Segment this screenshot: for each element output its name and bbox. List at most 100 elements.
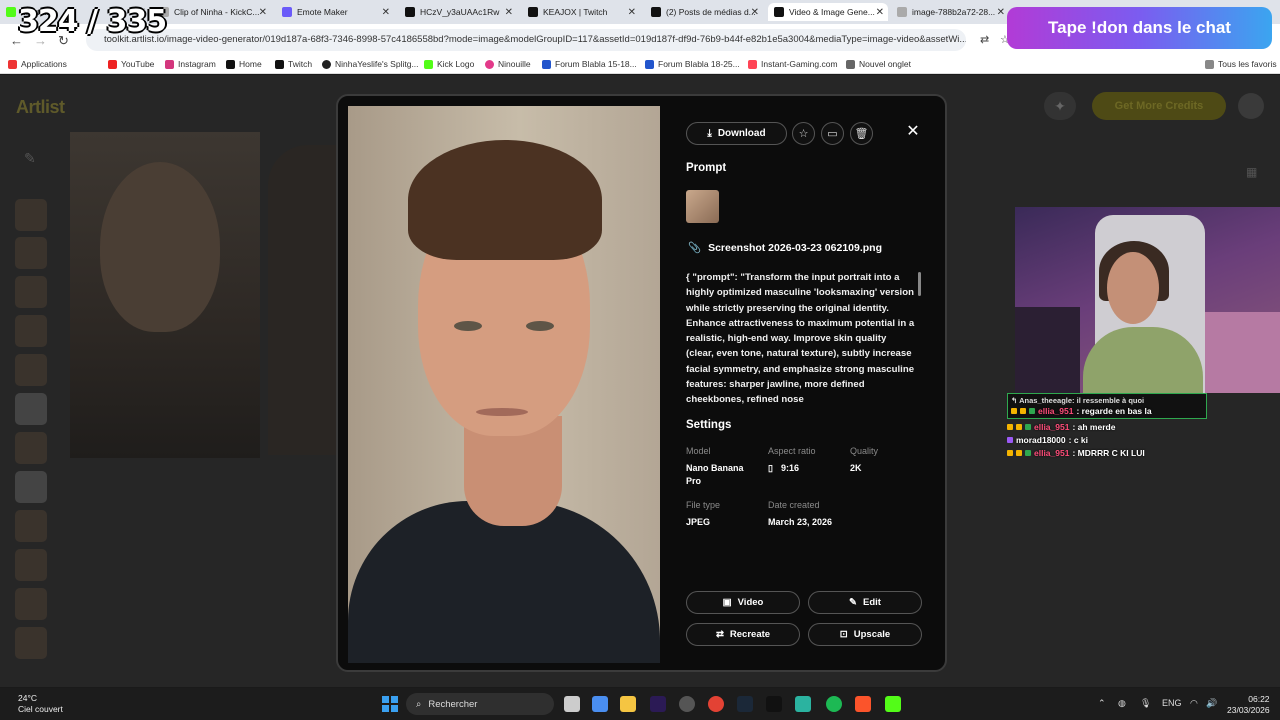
folder-icon: ▭: [827, 128, 838, 140]
tab-clip[interactable]: Clip of Ninha - KickC... ✕: [153, 3, 271, 21]
edit-button[interactable]: ✎ Edit: [808, 591, 922, 614]
clock[interactable]: 06:22 23/03/2026: [1227, 694, 1270, 716]
new-tab-icon: [846, 59, 855, 69]
bookmark-item[interactable]: NinhaYeslife's Splitg...: [322, 59, 419, 69]
download-button[interactable]: ⤓ Download: [686, 122, 787, 145]
kick-icon: [424, 59, 433, 69]
task-view-icon[interactable]: [564, 696, 580, 712]
image-detail-modal: ⤓ Download ☆ ▭ 🗑 ✕ Prompt 📎 Screenshot 202…: [336, 94, 947, 672]
badge-icon: [1025, 424, 1031, 430]
bookmark-item[interactable]: Instant-Gaming.com: [748, 59, 838, 69]
sparkle-icon[interactable]: ✦: [1044, 92, 1076, 120]
close-tab-icon[interactable]: ✕: [876, 7, 884, 18]
close-tab-icon[interactable]: ✕: [505, 7, 513, 18]
copilot-icon[interactable]: [592, 696, 608, 712]
bookmark-item[interactable]: Home: [226, 59, 262, 69]
favorite-button[interactable]: ☆: [792, 122, 815, 145]
pencil-icon: ✎: [849, 597, 857, 608]
history-thumbnail[interactable]: [15, 315, 47, 347]
app-icon[interactable]: [679, 696, 695, 712]
history-thumbnail[interactable]: [15, 199, 47, 231]
kick-icon[interactable]: [885, 696, 901, 712]
tab-emote-maker[interactable]: Emote Maker ✕: [276, 3, 394, 21]
url-field[interactable]: toolkit.artlist.io/image-video-generator…: [86, 29, 966, 51]
trash-icon: 🗑: [854, 128, 869, 140]
taskbar-search[interactable]: ⌕ Rechercher: [406, 693, 554, 715]
app-icon[interactable]: [795, 696, 811, 712]
start-menu-icon[interactable]: [382, 696, 398, 712]
chat-reply-message: ↰ Anas_theeagle: il ressemble à quoi ell…: [1007, 393, 1207, 419]
grid-view-icon[interactable]: ▦: [1246, 165, 1257, 179]
brave-icon[interactable]: [855, 696, 871, 712]
history-thumbnail[interactable]: [15, 588, 47, 620]
history-thumbnail[interactable]: [15, 276, 47, 308]
kick-icon: [6, 7, 16, 17]
premiere-icon[interactable]: [650, 696, 666, 712]
tab-x-posts[interactable]: (2) Posts de médias d... ✕: [645, 3, 763, 21]
generated-portrait-image: [348, 106, 660, 663]
close-tab-icon[interactable]: ✕: [628, 7, 636, 18]
volume-icon[interactable]: 🔊: [1206, 698, 1217, 709]
prompt-scrollbar[interactable]: [918, 272, 921, 296]
all-favorites[interactable]: Tous les favoris: [1205, 59, 1277, 69]
avatar[interactable]: [1238, 93, 1264, 119]
mic-icon[interactable]: 🎙: [1140, 698, 1151, 709]
bookmark-item[interactable]: Ninouille: [485, 59, 531, 69]
paperclip-icon: 📎: [688, 242, 702, 254]
tab-image[interactable]: image-788b2a72-28... ✕: [891, 3, 1009, 21]
webcam-overlay: [1015, 207, 1280, 393]
tab-x-image[interactable]: HCzV_y3aUAAc1Rw ✕: [399, 3, 517, 21]
close-tab-icon[interactable]: ✕: [997, 7, 1005, 18]
globe-icon: [897, 7, 907, 17]
tray-chevron-icon[interactable]: ⌃: [1098, 698, 1106, 709]
spotify-icon[interactable]: [826, 696, 842, 712]
download-icon: ⤓: [707, 128, 712, 139]
reply-context: ↰ Anas_theeagle: il ressemble à quoi: [1011, 396, 1145, 405]
chrome-icon[interactable]: [708, 696, 724, 712]
wifi-icon[interactable]: ◠: [1190, 698, 1198, 709]
background-image: [70, 132, 260, 458]
history-thumbnail[interactable]: [15, 237, 47, 269]
bookmark-item[interactable]: YouTube: [108, 59, 154, 69]
tiktok-icon[interactable]: [766, 696, 782, 712]
upscale-button[interactable]: ⊡ Upscale: [808, 623, 922, 646]
tray-app-icon[interactable]: ◍: [1118, 698, 1126, 709]
close-tab-icon[interactable]: ✕: [259, 7, 267, 18]
history-thumbnail[interactable]: [15, 432, 47, 464]
bookmark-item[interactable]: Nouvel onglet: [846, 59, 911, 69]
tab-twitch[interactable]: KEAJOX | Twitch ✕: [522, 3, 640, 21]
bookmark-item[interactable]: Forum Blabla 15-18...: [542, 59, 637, 69]
history-thumbnail[interactable]: [15, 471, 47, 503]
recreate-button[interactable]: ⇄ Recreate: [686, 623, 800, 646]
source-image-thumbnail[interactable]: [686, 190, 719, 223]
weather-widget[interactable]: 24°C Ciel couvert: [18, 693, 63, 715]
delete-button[interactable]: 🗑: [850, 122, 873, 145]
bookmarks-bar: Applications YouTube Instagram Home Twit…: [0, 56, 1280, 74]
history-thumbnail[interactable]: [15, 354, 47, 386]
history-thumbnail[interactable]: [15, 510, 47, 542]
history-thumbnail[interactable]: [15, 393, 47, 425]
history-thumbnail[interactable]: [15, 627, 47, 659]
bookmark-item[interactable]: Twitch: [275, 59, 312, 69]
bookmark-item[interactable]: Forum Blabla 18-25...: [645, 59, 740, 69]
get-credits-button[interactable]: Get More Credits: [1092, 92, 1226, 120]
artlist-logo[interactable]: Artlist: [16, 97, 65, 118]
quality-value: 2K: [850, 463, 862, 473]
steam-icon[interactable]: [737, 696, 753, 712]
translate-icon[interactable]: ⇄: [980, 33, 989, 46]
close-tab-icon[interactable]: ✕: [382, 7, 390, 18]
new-edit-icon[interactable]: ✎: [24, 150, 36, 167]
tab-artlist-active[interactable]: Video & Image Gene... ✕: [768, 3, 888, 21]
folder-button[interactable]: ▭: [821, 122, 844, 145]
close-tab-icon[interactable]: ✕: [751, 7, 759, 18]
video-button[interactable]: ▣ Video: [686, 591, 800, 614]
bookmark-item[interactable]: Kick Logo: [424, 59, 474, 69]
file-explorer-icon[interactable]: [620, 696, 636, 712]
bookmark-item[interactable]: Applications: [8, 59, 67, 69]
bookmark-item[interactable]: Instagram: [165, 59, 216, 69]
history-thumbnail[interactable]: [15, 549, 47, 581]
language-indicator[interactable]: ENG: [1162, 698, 1182, 708]
close-icon[interactable]: ✕: [904, 122, 922, 140]
badge-icon: [1016, 450, 1022, 456]
donation-banner: Tape !don dans le chat: [1007, 7, 1272, 49]
